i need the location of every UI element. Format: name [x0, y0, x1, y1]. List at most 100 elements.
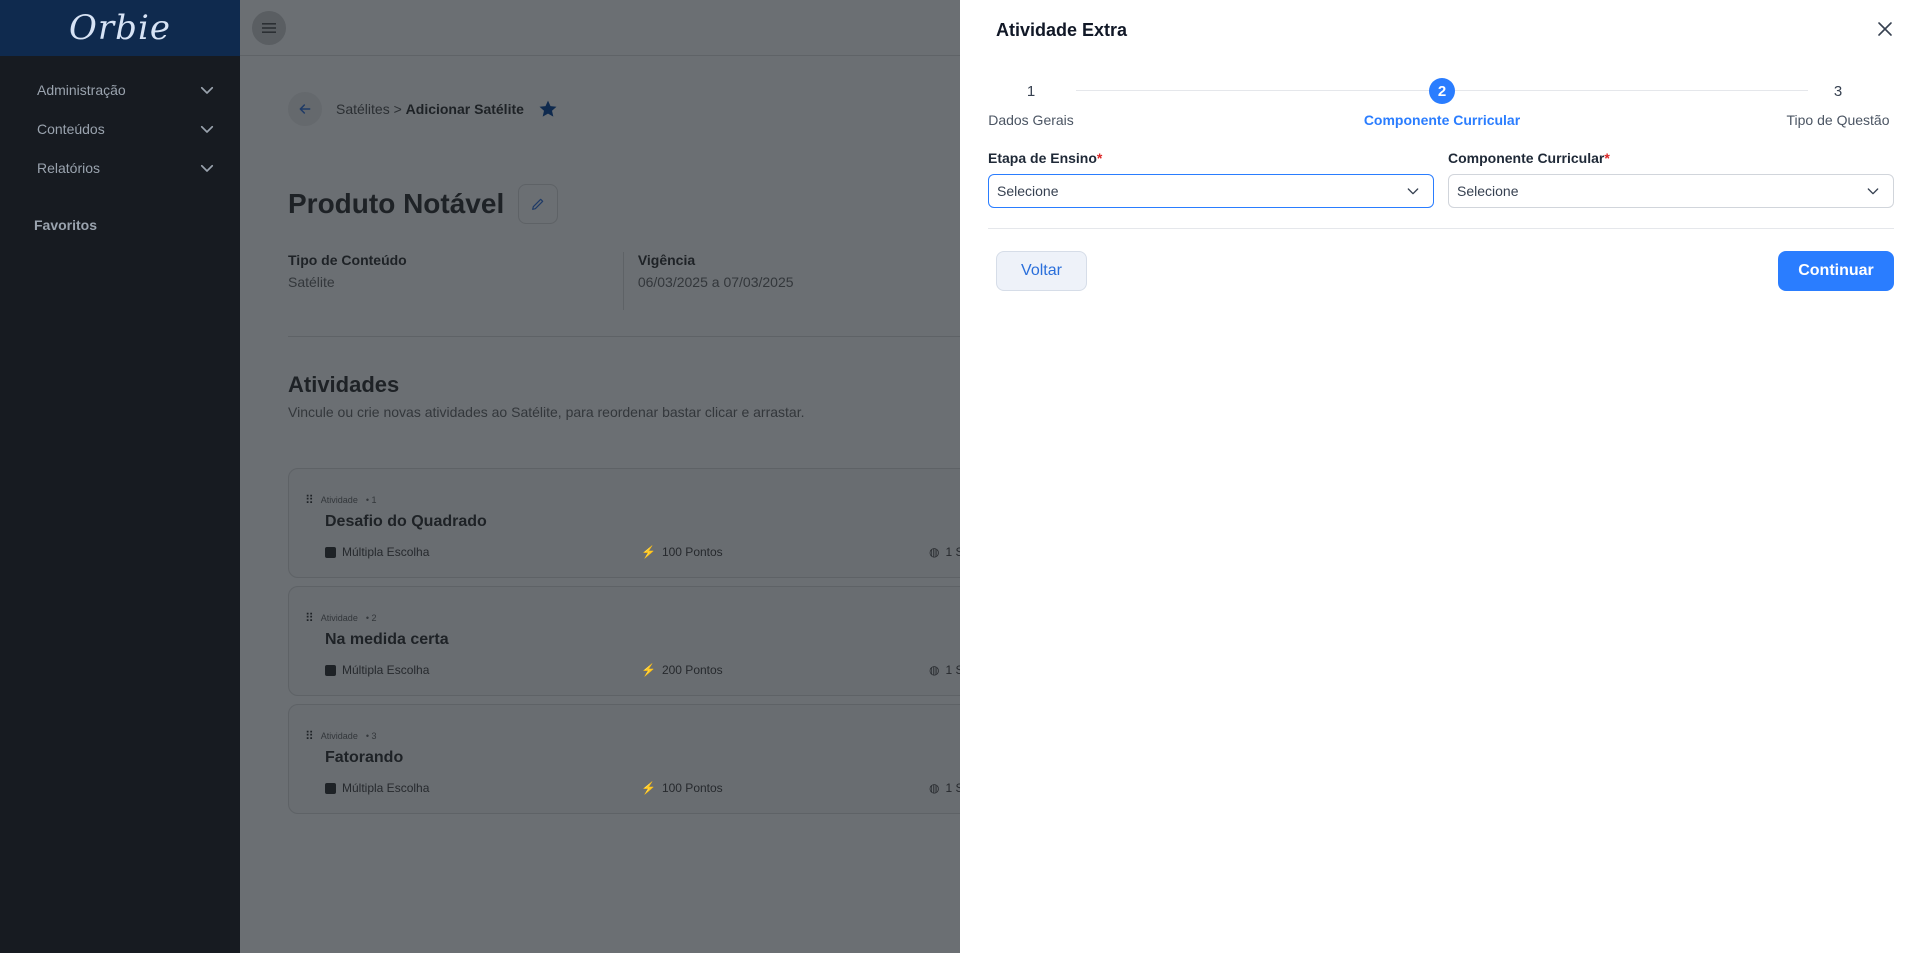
activity-points: ⚡ 200 Pontos [641, 663, 723, 677]
arrow-left-icon [299, 104, 311, 114]
chevron-down-icon [1867, 188, 1879, 195]
activity-index: • 2 [365, 613, 377, 623]
info-label: Tipo de Conteúdo [288, 252, 407, 268]
field-label-text: Etapa de Ensino [988, 150, 1097, 166]
sidebar-item-relatorios[interactable]: Relatórios [0, 148, 240, 187]
topbar [240, 0, 960, 56]
activity-type: Múltipla Escolha [325, 545, 429, 559]
select-value: Selecione [997, 183, 1059, 199]
info-validity: Vigência 06/03/2025 a 07/03/2025 [622, 252, 960, 310]
lightning-icon: ⚡ [641, 545, 656, 559]
edit-title-button[interactable] [518, 184, 559, 224]
info-value: Satélite [288, 274, 335, 290]
activity-card[interactable]: ⠿ Atividade • 2 Na medida certa Múltipla… [288, 586, 978, 696]
chevron-down-icon [200, 125, 214, 133]
componente-curricular-select[interactable]: Selecione [1448, 174, 1894, 208]
activity-card-header: ⠿ Atividade • 2 [305, 611, 377, 625]
sidebar-item-administracao[interactable]: Administração [0, 70, 240, 109]
checkbox-icon [325, 546, 336, 558]
sidebar-nav: Administração Conteúdos Relatórios [0, 56, 240, 187]
breadcrumb-parent[interactable]: Satélites > [336, 101, 402, 117]
chevron-down-icon [200, 86, 214, 94]
continue-button[interactable]: Continuar [1778, 251, 1894, 291]
activity-points: ⚡ 100 Pontos [641, 545, 723, 559]
stepper: 1 Dados Gerais 2 Componente Curricular 3… [988, 78, 1894, 132]
close-icon [1878, 22, 1892, 36]
chevron-down-icon [200, 164, 214, 172]
sidebar-item-label: Relatórios [37, 159, 101, 176]
activity-card[interactable]: ⠿ Atividade • 1 Desafio do Quadrado Múlt… [288, 468, 978, 578]
activity-index: • 3 [365, 731, 377, 741]
info-content-type: Tipo de Conteúdo Satélite [288, 252, 623, 310]
activity-type-label: Múltipla Escolha [342, 663, 430, 677]
activity-tag: Atividade [320, 731, 358, 741]
logo-bar: Orbie [0, 0, 240, 56]
menu-toggle-button[interactable] [252, 10, 286, 45]
orbie-logo[interactable]: Orbie [69, 8, 171, 48]
activity-type: Múltipla Escolha [325, 781, 429, 795]
step-number: 2 [1429, 78, 1455, 104]
activity-points-label: 100 Pontos [661, 545, 723, 559]
step-2[interactable]: 2 Componente Curricular [1342, 78, 1542, 128]
required-mark: * [1604, 150, 1610, 166]
step-3[interactable]: 3 Tipo de Questão [1782, 78, 1894, 129]
globe-icon: ◍ [929, 663, 940, 677]
hamburger-icon [262, 22, 276, 33]
favorites-heading: Favoritos [34, 217, 98, 233]
activity-tag: Atividade [320, 495, 358, 505]
step-1[interactable]: 1 Dados Gerais [988, 78, 1074, 129]
etapa-ensino-select[interactable]: Selecione [988, 174, 1434, 208]
drag-handle-icon[interactable]: ⠿ [305, 493, 314, 507]
drag-handle-icon[interactable]: ⠿ [305, 729, 314, 743]
activity-name: Fatorando [325, 749, 404, 766]
globe-icon: ◍ [929, 781, 940, 795]
activity-points-label: 100 Pontos [661, 781, 723, 795]
breadcrumb-text: Satélites > Adicionar Satélite [336, 101, 524, 117]
activity-type-label: Múltipla Escolha [342, 545, 430, 559]
lightning-icon: ⚡ [641, 781, 656, 795]
breadcrumb: Satélites > Adicionar Satélite [288, 92, 558, 126]
sidebar: Orbie Administração Conteúdos Relatórios… [0, 0, 240, 953]
field-label: Etapa de Ensino* [988, 150, 1434, 166]
activity-type: Múltipla Escolha [325, 663, 429, 677]
step-label: Componente Curricular [1363, 112, 1521, 128]
field-label-text: Componente Curricular [1448, 150, 1605, 166]
page-title-row: Produto Notável [288, 184, 559, 224]
select-value: Selecione [1457, 183, 1519, 199]
close-button[interactable] [1874, 18, 1896, 40]
step-number: 3 [1833, 82, 1843, 100]
divider [988, 228, 1894, 229]
activity-type-label: Múltipla Escolha [342, 781, 430, 795]
back-arrow-button[interactable] [288, 92, 322, 126]
content-info: Tipo de Conteúdo Satélite Vigência 06/03… [288, 252, 960, 310]
activities-subtitle: Vincule ou crie novas atividades ao Saté… [288, 404, 805, 420]
field-label: Componente Curricular* [1448, 150, 1894, 166]
activity-card-header: ⠿ Atividade • 1 [305, 493, 377, 507]
divider [288, 336, 960, 337]
sidebar-item-conteudos[interactable]: Conteúdos [0, 109, 240, 148]
page-title: Produto Notável [288, 188, 505, 219]
activity-index: • 1 [365, 495, 377, 505]
required-mark: * [1096, 150, 1103, 166]
back-button[interactable]: Voltar [996, 251, 1087, 291]
checkbox-icon [325, 782, 336, 794]
step-number: 1 [1026, 82, 1036, 100]
drag-handle-icon[interactable]: ⠿ [305, 611, 314, 625]
star-icon[interactable] [538, 99, 558, 119]
activity-name: Na medida certa [325, 631, 449, 648]
step-label: Tipo de Questão [1786, 112, 1890, 128]
main-content-dimmed: Satélites > Adicionar Satélite Produto N… [240, 0, 978, 953]
activity-extra-drawer: Atividade Extra 1 Dados Gerais 2 Compone… [960, 0, 1920, 953]
chevron-down-icon [1407, 188, 1419, 195]
pencil-icon [532, 198, 544, 210]
componente-curricular-field: Componente Curricular* Selecione [1448, 150, 1894, 208]
activity-card[interactable]: ⠿ Atividade • 3 Fatorando Múltipla Escol… [288, 704, 978, 814]
info-value: 06/03/2025 a 07/03/2025 [637, 274, 794, 290]
etapa-ensino-field: Etapa de Ensino* Selecione [988, 150, 1434, 208]
info-label: Vigência [637, 252, 696, 268]
step-label: Dados Gerais [988, 112, 1074, 128]
breadcrumb-current: Adicionar Satélite [405, 101, 524, 117]
activity-tag: Atividade [320, 613, 358, 623]
checkbox-icon [325, 664, 336, 676]
activity-points: ⚡ 100 Pontos [641, 781, 723, 795]
